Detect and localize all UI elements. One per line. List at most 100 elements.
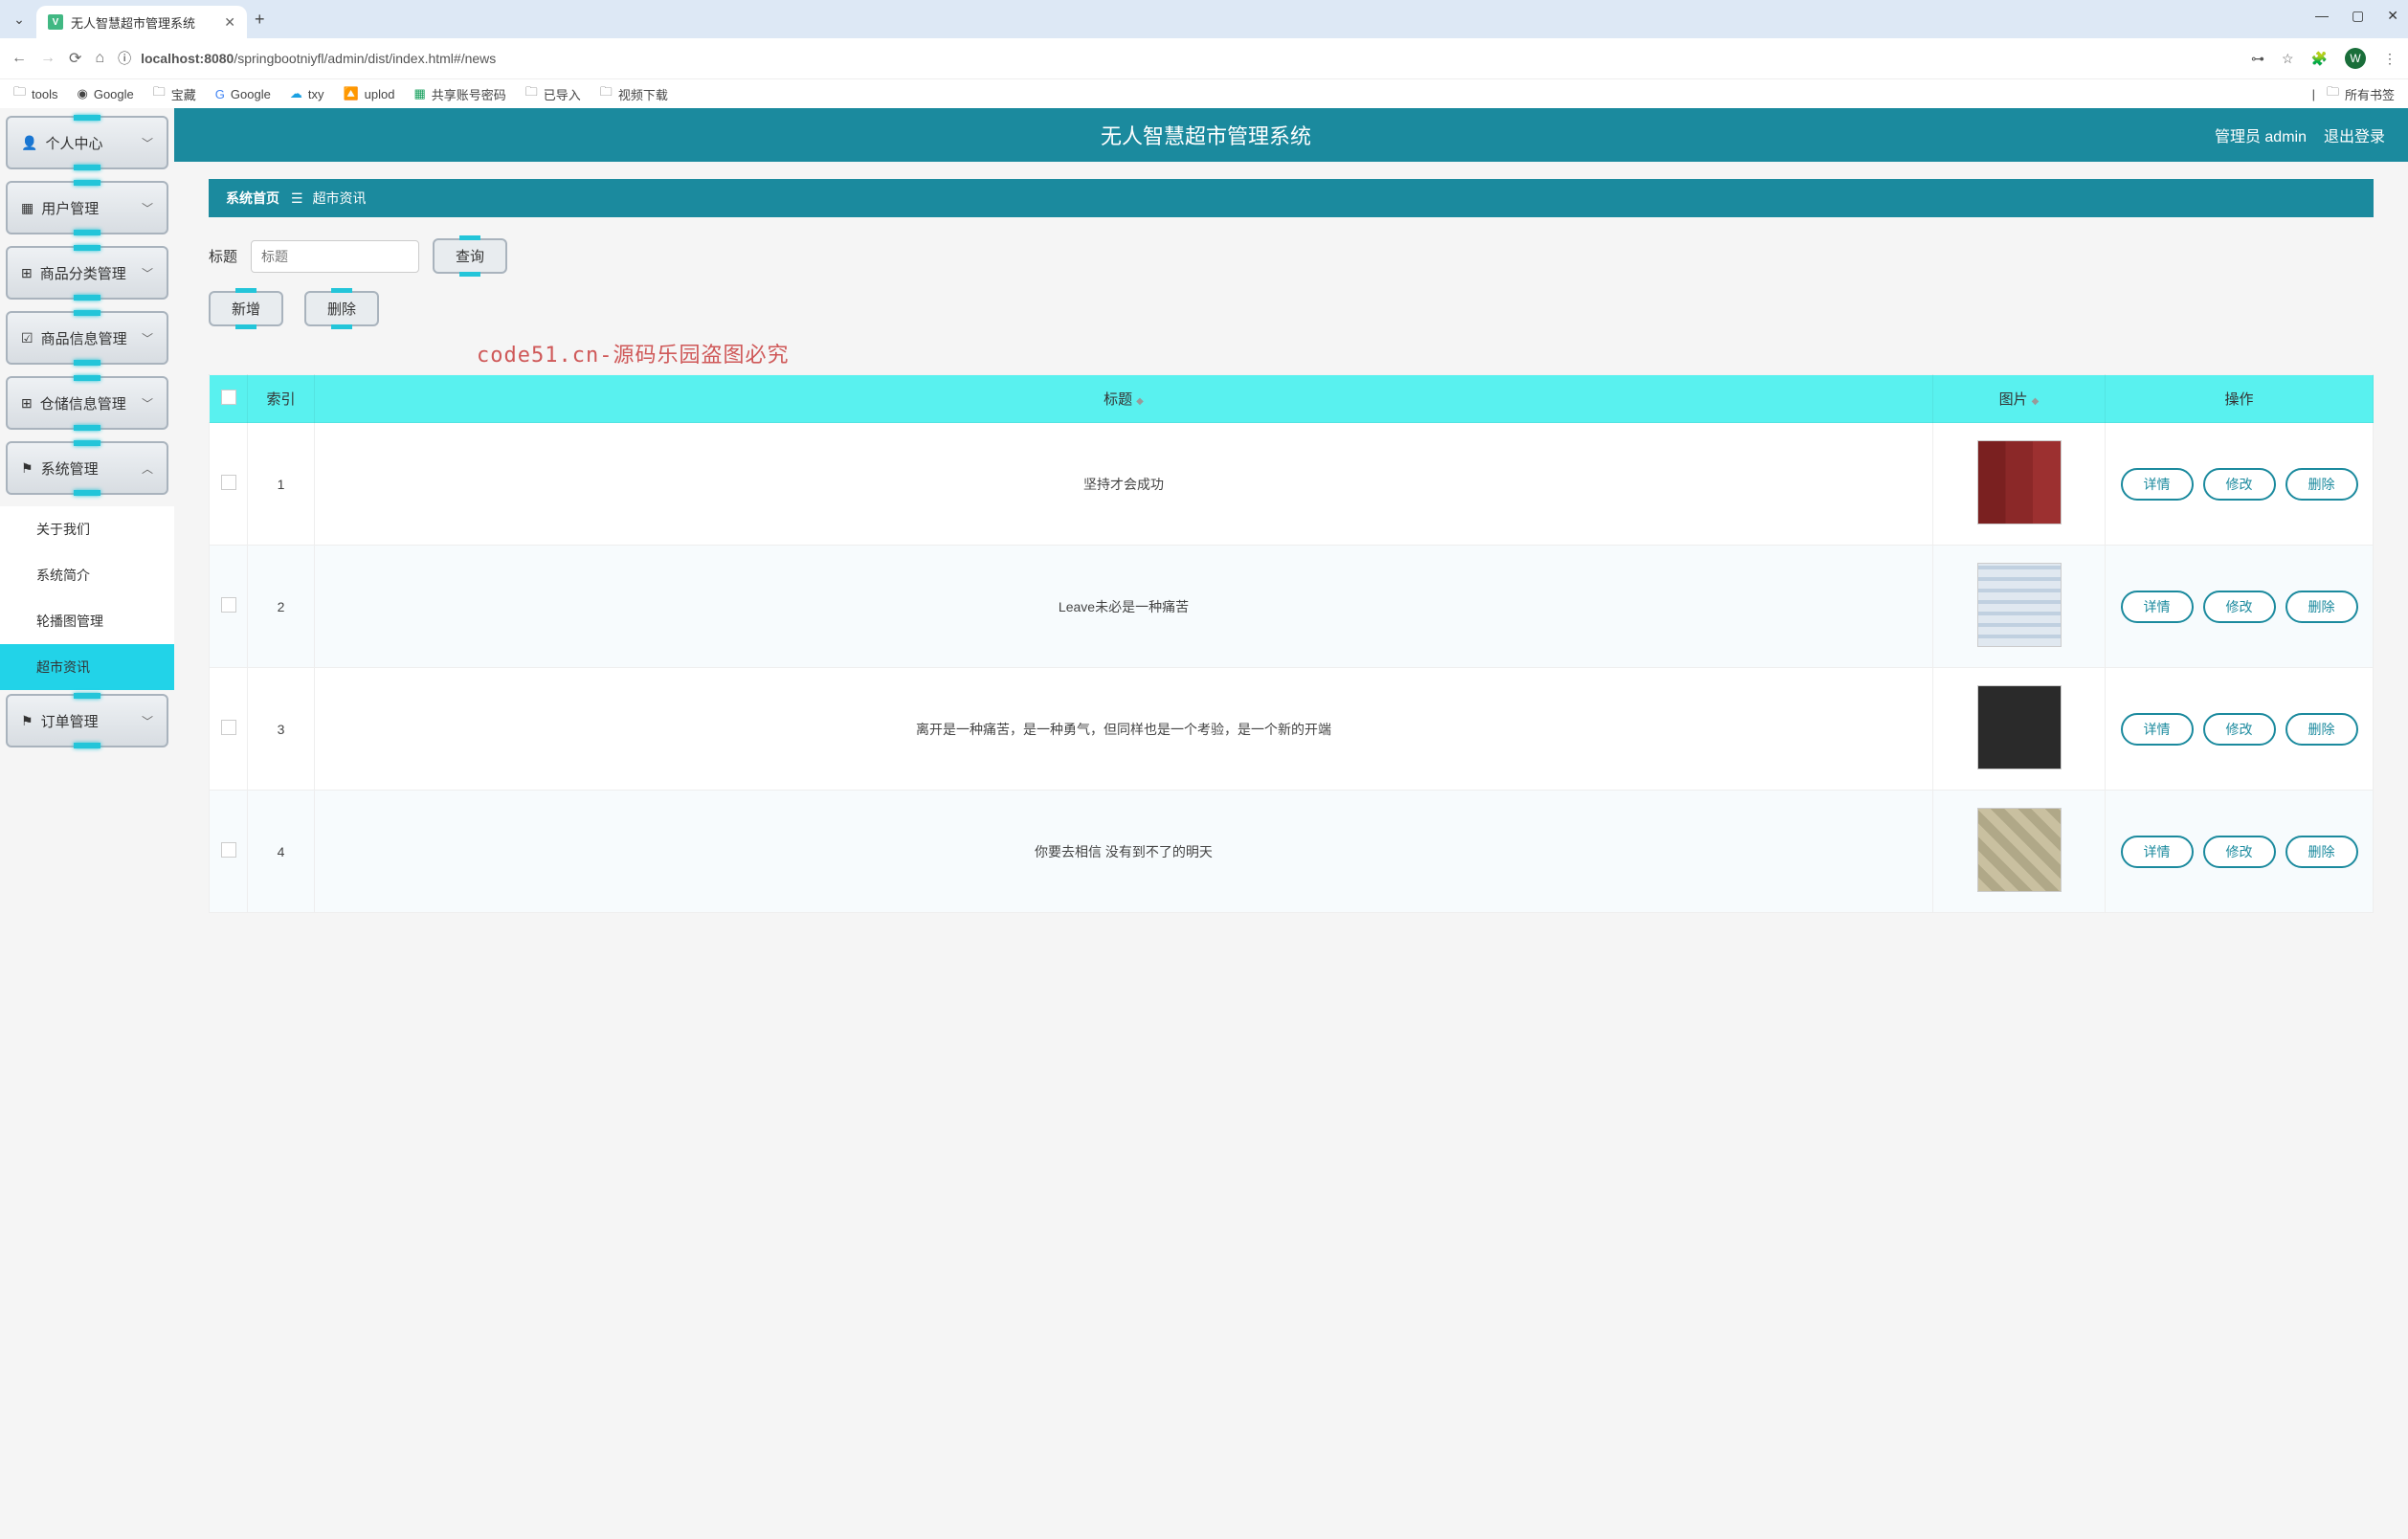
row-delete-button[interactable]: 删除 xyxy=(2285,468,2358,501)
sidebar-item-category[interactable]: ⊞商品分类管理﹀ xyxy=(6,246,168,300)
chevron-down-icon: ﹀ xyxy=(142,395,153,412)
minimize-icon[interactable]: — xyxy=(2315,8,2329,24)
bookmark-item[interactable]: 🗀宝藏 xyxy=(153,83,196,104)
folder-icon: 🗀 xyxy=(153,83,166,104)
google-icon: G xyxy=(215,87,225,101)
sidebar: 👤个人中心﹀ ▦用户管理﹀ ⊞商品分类管理﹀ ☑商品信息管理﹀ ⊞仓储信息管理﹀… xyxy=(0,108,174,1539)
edit-button[interactable]: 修改 xyxy=(2203,836,2276,868)
extensions-icon[interactable]: 🧩 xyxy=(2311,51,2328,67)
new-tab-button[interactable]: + xyxy=(255,10,265,30)
bookmark-item[interactable]: 🗀tools xyxy=(13,83,57,104)
reload-icon[interactable]: ⟳ xyxy=(69,49,81,68)
bookmark-item[interactable]: ▦共享账号密码 xyxy=(413,85,505,103)
info-icon[interactable]: ⓘ xyxy=(118,49,131,68)
chevron-down-icon: ﹀ xyxy=(142,200,153,216)
grid4-icon: ⊞ xyxy=(21,265,33,281)
menu-icon[interactable]: ⋮ xyxy=(2383,51,2397,67)
browser-tab[interactable]: V 无人智慧超市管理系统 ✕ xyxy=(36,6,247,38)
url-box[interactable]: ⓘ localhost:8080/springbootniyfl/admin/d… xyxy=(118,49,2238,68)
edit-button[interactable]: 修改 xyxy=(2203,713,2276,746)
bookmark-item[interactable]: 🗀视频下载 xyxy=(600,83,668,104)
bookmark-item[interactable]: 🔼uplod xyxy=(343,86,394,101)
breadcrumb-home[interactable]: 系统首页 xyxy=(226,189,279,208)
sidebar-item-storage[interactable]: ⊞仓储信息管理﹀ xyxy=(6,376,168,430)
row-checkbox[interactable] xyxy=(221,475,236,490)
row-image xyxy=(1977,563,2062,647)
row-delete-button[interactable]: 删除 xyxy=(2285,836,2358,868)
sidebar-item-orders[interactable]: ⚑订单管理﹀ xyxy=(6,694,168,747)
row-index: 1 xyxy=(248,423,315,546)
submenu-intro[interactable]: 系统简介 xyxy=(0,552,174,598)
col-title[interactable]: 标题◆ xyxy=(315,375,1933,423)
sidebar-item-system[interactable]: ⚑系统管理︿ xyxy=(6,441,168,495)
row-delete-button[interactable]: 删除 xyxy=(2285,591,2358,623)
all-bookmarks[interactable]: 🗀所有书签 xyxy=(2327,83,2395,104)
edit-button[interactable]: 修改 xyxy=(2203,468,2276,501)
submenu-carousel[interactable]: 轮播图管理 xyxy=(0,598,174,644)
row-title: 离开是一种痛苦，是一种勇气，但同样也是一个考验，是一个新的开端 xyxy=(315,668,1933,791)
flag-icon: ⚑ xyxy=(21,460,33,477)
detail-button[interactable]: 详情 xyxy=(2121,713,2194,746)
vue-favicon: V xyxy=(48,14,63,30)
submenu-news[interactable]: 超市资讯 xyxy=(0,644,174,690)
table-row: 4你要去相信 没有到不了的明天详情修改删除 xyxy=(210,791,2374,913)
table-row: 1坚持才会成功详情修改删除 xyxy=(210,423,2374,546)
row-checkbox[interactable] xyxy=(221,597,236,613)
sidebar-item-product[interactable]: ☑商品信息管理﹀ xyxy=(6,311,168,365)
sort-icon: ◆ xyxy=(1136,396,1144,407)
back-icon[interactable]: ← xyxy=(11,50,27,67)
close-window-icon[interactable]: ✕ xyxy=(2387,8,2398,24)
password-key-icon[interactable]: ⊶ xyxy=(2251,51,2264,67)
header-user: 管理员 admin xyxy=(2215,123,2307,146)
folder-icon: 🗀 xyxy=(600,83,613,104)
folder-icon: 🗀 xyxy=(2327,83,2339,104)
row-image xyxy=(1977,685,2062,770)
action-row: 新增 删除 xyxy=(209,291,2374,326)
delete-button[interactable]: 删除 xyxy=(304,291,379,326)
tab-dropdown[interactable]: ⌄ xyxy=(8,8,31,31)
col-image[interactable]: 图片◆ xyxy=(1933,375,2106,423)
row-delete-button[interactable]: 删除 xyxy=(2285,713,2358,746)
row-checkbox[interactable] xyxy=(221,842,236,858)
content: 系统首页 ☰ 超市资讯 标题 查询 新增 删除 code51.cn-源码乐园盗图… xyxy=(174,162,2408,1539)
detail-button[interactable]: 详情 xyxy=(2121,591,2194,623)
maximize-icon[interactable]: ▢ xyxy=(2352,8,2364,24)
breadcrumb-sep-icon: ☰ xyxy=(291,190,303,207)
logout-button[interactable]: 退出登录 xyxy=(2324,123,2385,146)
window-controls: — ▢ ✕ xyxy=(2315,8,2398,24)
star-icon[interactable]: ☆ xyxy=(2282,51,2294,67)
row-checkbox[interactable] xyxy=(221,720,236,735)
submenu-about[interactable]: 关于我们 xyxy=(0,506,174,552)
sidebar-item-personal[interactable]: 👤个人中心﹀ xyxy=(6,116,168,169)
sheet-icon: ▦ xyxy=(413,86,425,101)
sort-icon: ◆ xyxy=(2032,396,2040,407)
bookmark-item[interactable]: ◉Google xyxy=(77,86,133,101)
search-input[interactable] xyxy=(251,240,419,273)
chevron-down-icon: ﹀ xyxy=(142,135,153,151)
add-button[interactable]: 新增 xyxy=(209,291,283,326)
tab-title: 无人智慧超市管理系统 xyxy=(71,13,216,32)
row-index: 2 xyxy=(248,546,315,668)
breadcrumb: 系统首页 ☰ 超市资讯 xyxy=(209,179,2374,217)
search-button[interactable]: 查询 xyxy=(433,238,507,274)
detail-button[interactable]: 详情 xyxy=(2121,468,2194,501)
select-all-checkbox[interactable] xyxy=(221,390,236,405)
home-icon[interactable]: ⌂ xyxy=(95,50,104,67)
url-path: /springbootniyfl/admin/dist/index.html#/… xyxy=(234,51,496,66)
col-index[interactable]: 索引 xyxy=(248,375,315,423)
row-title: 你要去相信 没有到不了的明天 xyxy=(315,791,1933,913)
edit-button[interactable]: 修改 xyxy=(2203,591,2276,623)
row-index: 3 xyxy=(248,668,315,791)
check-icon: ☑ xyxy=(21,330,33,346)
row-image xyxy=(1977,440,2062,524)
detail-button[interactable]: 详情 xyxy=(2121,836,2194,868)
bookmark-item[interactable]: ☁txy xyxy=(290,86,324,101)
sidebar-item-users[interactable]: ▦用户管理﹀ xyxy=(6,181,168,234)
profile-icon[interactable]: W xyxy=(2345,48,2366,69)
bookmark-item[interactable]: 🗀已导入 xyxy=(525,83,581,104)
close-icon[interactable]: ✕ xyxy=(224,14,235,31)
bookmark-item[interactable]: GGoogle xyxy=(215,87,271,101)
forward-icon[interactable]: → xyxy=(40,50,56,67)
tab-bar: ⌄ V 无人智慧超市管理系统 ✕ + — ▢ ✕ xyxy=(0,0,2408,38)
url-host: localhost:8080 xyxy=(141,51,234,66)
